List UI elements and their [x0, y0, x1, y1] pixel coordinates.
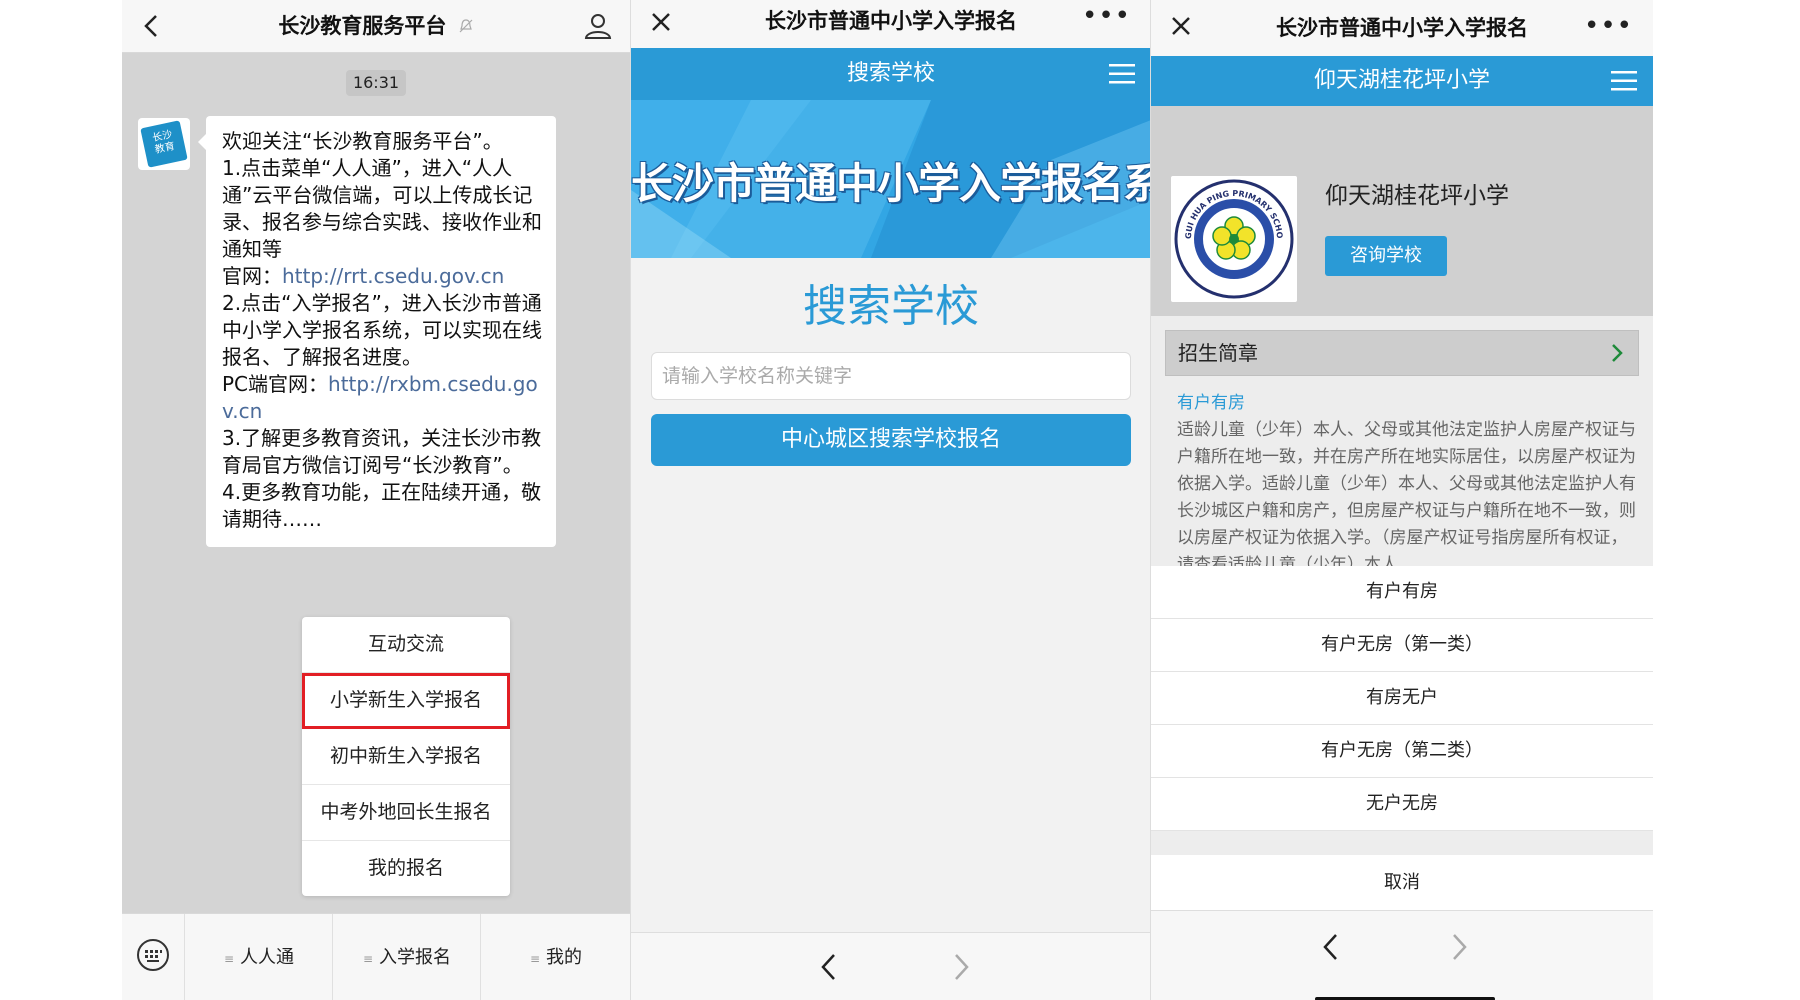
webview-title: 长沙市普通中小学入学报名 — [765, 9, 1017, 33]
option-hukou-no-house-type2[interactable]: 有户无房（第二类） — [1151, 725, 1653, 778]
banner-title: 长沙市普通中小学入学报名系统 — [631, 159, 1151, 208]
menu-item-interaction[interactable]: 互动交流 — [302, 617, 510, 673]
profile-icon[interactable] — [580, 10, 616, 42]
option-house-no-hukou[interactable]: 有房无户 — [1151, 672, 1653, 725]
browser-toolbar — [1151, 910, 1653, 1000]
system-banner: 长沙市普通中小学入学报名系统 — [631, 100, 1151, 258]
rrt-link[interactable]: http://rrt.csedu.gov.cn — [282, 264, 504, 288]
sheet-divider — [1151, 831, 1653, 855]
school-name: 仰天湖桂花坪小学 — [1325, 183, 1509, 209]
chat-title: 长沙教育服务平台 — [182, 0, 570, 52]
forward-arrow-icon[interactable] — [1447, 931, 1471, 963]
menu-item-exam-return[interactable]: 中考外地回长生报名 — [302, 785, 510, 841]
consult-school-button[interactable]: 咨询学校 — [1325, 236, 1447, 276]
page-header-title: 搜索学校 — [846, 61, 935, 86]
submenu-indicator-icon: ≡ — [223, 952, 235, 966]
cancel-button[interactable]: 取消 — [1151, 855, 1653, 911]
webview-nav-bar: 长沙市普通中小学入学报名 ••• — [631, 0, 1151, 49]
message-line: 官网：http://rrt.csedu.gov.cn — [222, 263, 542, 290]
keyboard-icon[interactable] — [136, 938, 170, 972]
submenu-indicator-icon: ≡ — [529, 952, 541, 966]
welcome-message-bubble: 欢迎关注“长沙教育服务平台”。 1.点击菜单“人人通”，进入“人人通”云平台微信… — [198, 116, 556, 547]
account-bottom-menu: ≡ 人人通 ≡ 入学报名 ≡ 我的 — [122, 913, 630, 1000]
bottom-menu-label: 入学报名 — [379, 947, 452, 968]
webview-nav-bar: 长沙市普通中小学入学报名 ••• — [1151, 0, 1653, 57]
message-line: 1.点击菜单“人人通”，进入“人人通”云平台微信端，可以上传成长记录、报名参与综… — [222, 156, 542, 261]
webview-title: 长沙市普通中小学入学报名 — [1276, 16, 1528, 40]
message-line: 2.点击“入学报名”，进入长沙市普通中小学入学报名系统，可以实现在线报名、了解报… — [222, 291, 542, 369]
wechat-chat-screen: 长沙教育服务平台 16:31 长沙 教育 欢迎关注“长沙教育服务平台”。 1.点… — [122, 0, 630, 1000]
hamburger-menu-icon[interactable] — [1611, 69, 1637, 93]
chat-title-text: 长沙教育服务平台 — [278, 14, 447, 38]
message-timestamp: 16:31 — [346, 70, 406, 96]
official-account-avatar[interactable]: 长沙 教育 — [138, 118, 190, 170]
option-no-hukou-no-house[interactable]: 无户无房 — [1151, 778, 1653, 831]
bottom-menu-label: 人人通 — [240, 947, 295, 968]
admission-brochure-header[interactable]: 招生简章 — [1165, 330, 1639, 376]
back-arrow-icon[interactable] — [817, 951, 841, 983]
avatar-logo: 长沙 教育 — [140, 120, 188, 168]
search-heading: 搜索学校 — [803, 281, 979, 332]
menu-item-junior-enrollment[interactable]: 初中新生入学报名 — [302, 729, 510, 785]
bottom-menu-renrentong[interactable]: ≡ 人人通 — [184, 914, 333, 1000]
school-search-input[interactable] — [651, 352, 1131, 400]
page-header-title: 仰天湖桂花坪小学 — [1313, 68, 1490, 93]
menu-item-primary-enrollment[interactable]: 小学新生入学报名 — [302, 673, 510, 729]
message-line: 4.更多教育功能，正在陆续开通，敬请期待…… — [222, 480, 542, 531]
submenu-popup: 互动交流 小学新生入学报名 初中新生入学报名 中考外地回长生报名 我的报名 — [302, 617, 510, 896]
page-header: 搜索学校 — [631, 48, 1151, 100]
admission-intro: 有户有房 适龄儿童（少年）本人、父母或其他法定监护人房屋产权证与户籍所在地一致，… — [1177, 390, 1639, 566]
message-line: 欢迎关注“长沙教育服务平台”。 — [222, 129, 503, 153]
option-hukou-no-house-type1[interactable]: 有户无房（第一类） — [1151, 619, 1653, 672]
message-line: 3.了解更多教育资讯，关注长沙市教育局官方微信订阅号“长沙教育”。 — [222, 426, 542, 477]
bottom-menu-label: 我的 — [546, 947, 583, 968]
more-options-icon[interactable]: ••• — [1584, 12, 1633, 40]
school-search-screen: 长沙市普通中小学入学报名 ••• 搜索学校 长沙市普通中小学入学报名系统 搜索学… — [630, 0, 1151, 1000]
menu-item-my-enrollment[interactable]: 我的报名 — [302, 841, 510, 896]
page-header: 仰天湖桂花坪小学 — [1151, 56, 1653, 106]
chat-nav-bar: 长沙教育服务平台 — [122, 0, 630, 53]
hamburger-menu-icon[interactable] — [1109, 62, 1135, 86]
site-label: 官网： — [222, 264, 282, 288]
browser-toolbar — [631, 932, 1151, 1000]
bottom-menu-mine[interactable]: ≡ 我的 — [480, 914, 630, 1000]
section-title: 招生简章 — [1178, 341, 1258, 365]
bottom-menu-enrollment[interactable]: ≡ 入学报名 — [332, 914, 481, 1000]
intro-heading: 有户有房 — [1177, 393, 1245, 413]
school-detail-screen: 长沙市普通中小学入学报名 ••• 仰天湖桂花坪小学 GUI HUA PING P… — [1150, 0, 1653, 1000]
mute-icon — [459, 19, 473, 33]
school-emblem-icon: GUI HUA PING PRIMARY SCHOOL — [1168, 169, 1294, 299]
school-logo: GUI HUA PING PRIMARY SCHOOL — [1168, 169, 1297, 302]
intro-text: 适龄儿童（少年）本人、父母或其他法定监护人房屋产权证与户籍所在地一致，并在房产所… — [1177, 420, 1636, 566]
submenu-indicator-icon: ≡ — [362, 952, 374, 966]
close-icon[interactable] — [645, 6, 677, 38]
more-options-icon[interactable]: ••• — [1082, 2, 1131, 30]
category-action-sheet: 有户有房 有户无房（第一类） 有房无户 有户无房（第二类） 无户无房 取消 — [1151, 566, 1653, 911]
back-icon[interactable] — [136, 10, 168, 42]
search-school-button[interactable]: 中心城区搜索学校报名 — [651, 414, 1131, 466]
option-hukou-and-house[interactable]: 有户有房 — [1151, 566, 1653, 619]
forward-arrow-icon[interactable] — [949, 951, 973, 983]
message-line: PC端官网：http://rxbm.csedu.gov.cn — [222, 371, 542, 425]
back-arrow-icon[interactable] — [1319, 931, 1343, 963]
site-label: PC端官网： — [222, 372, 329, 396]
chevron-right-icon — [1612, 344, 1623, 362]
close-icon[interactable] — [1165, 10, 1197, 42]
